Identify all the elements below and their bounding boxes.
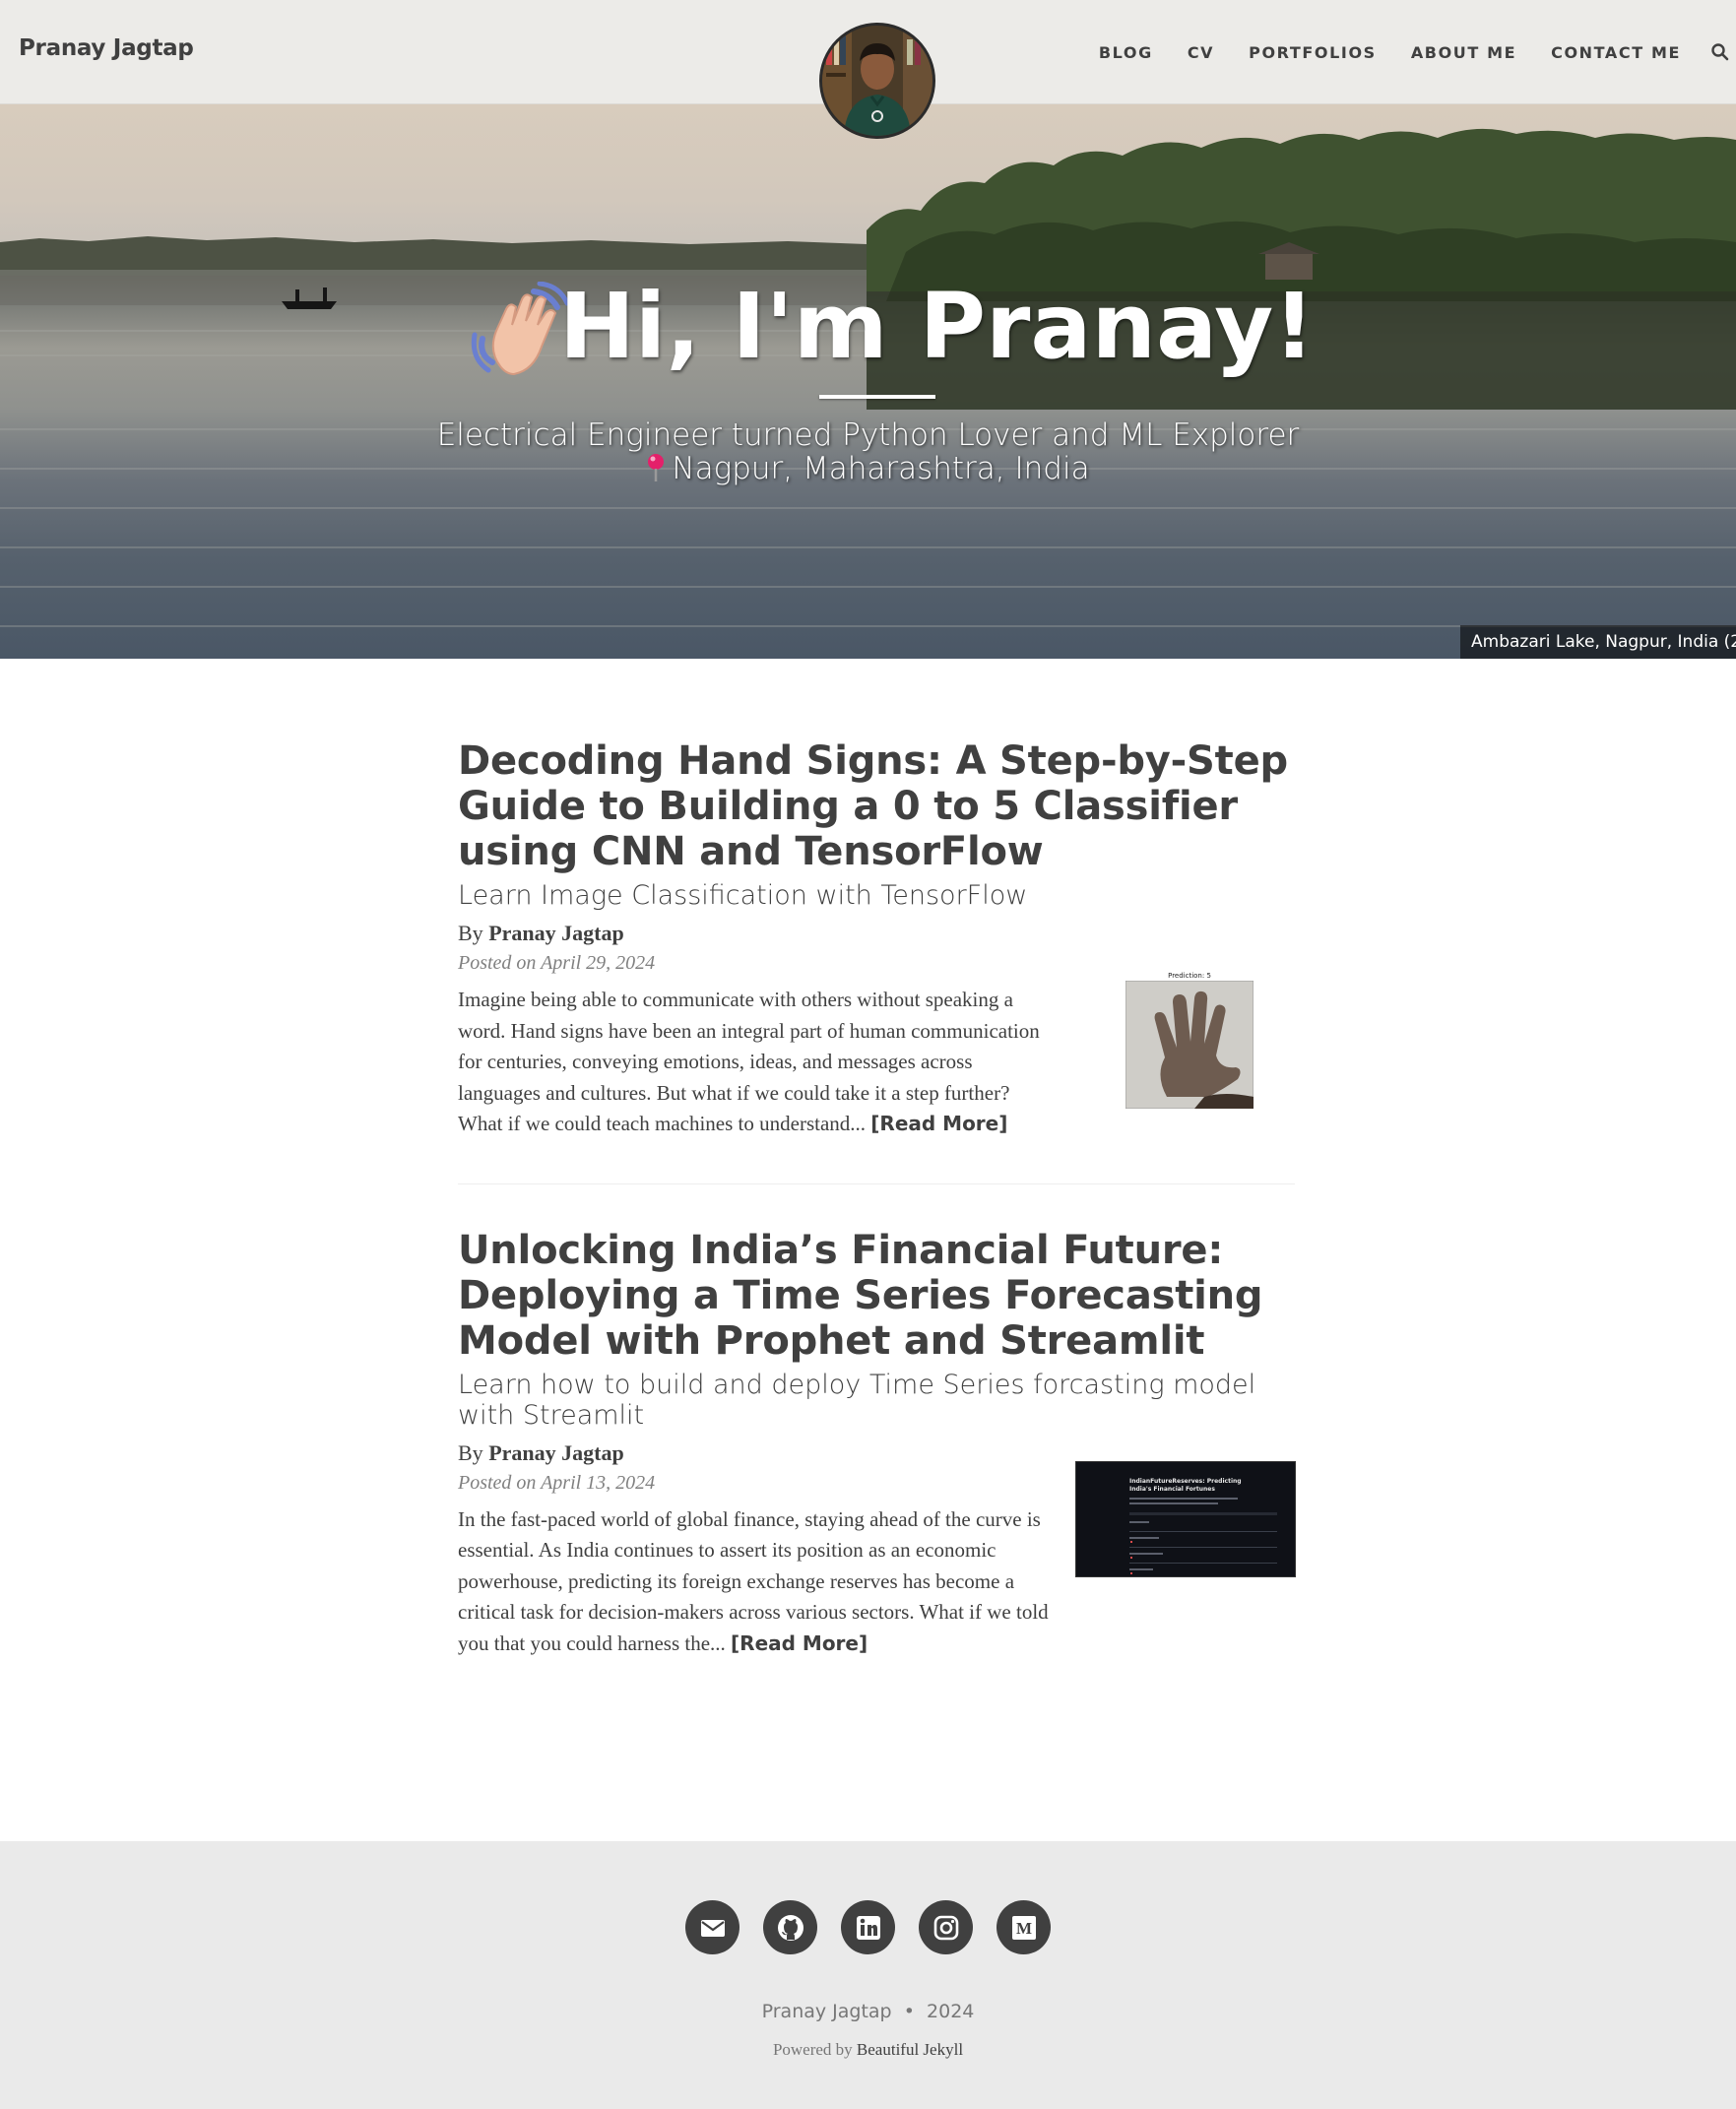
post-subtitle[interactable]: Learn how to build and deploy Time Serie…: [458, 1370, 1295, 1431]
post-list: Decoding Hand Signs: A Step-by-Step Guid…: [458, 738, 1296, 1660]
beautiful-jekyll-link[interactable]: Beautiful Jekyll: [857, 2040, 963, 2059]
hero-subtitle-line2: Nagpur, Maharashtra, India: [0, 451, 1736, 486]
powered-by-label: Powered by: [772, 2040, 853, 2059]
search-icon[interactable]: [1710, 42, 1730, 62]
post-thumbnail[interactable]: Prediction: 5: [1125, 971, 1254, 1115]
post-preview: Unlocking India’s Financial Future: Depl…: [458, 1228, 1296, 1660]
post-preview: Decoding Hand Signs: A Step-by-Step Guid…: [458, 738, 1295, 1140]
post-author: Pranay Jagtap: [488, 921, 624, 945]
nav-link-about-me[interactable]: ABOUT ME: [1411, 43, 1516, 62]
location-pin-icon: [648, 454, 665, 481]
hero-location: Nagpur, Maharashtra, India: [672, 451, 1090, 486]
post-divider: [458, 1182, 1295, 1184]
read-more-link[interactable]: [Read More]: [731, 1631, 868, 1655]
nav-link-blog[interactable]: BLOG: [1099, 43, 1153, 62]
post-subtitle[interactable]: Learn Image Classification with TensorFl…: [458, 880, 1295, 911]
brand-link[interactable]: Pranay Jagtap: [19, 35, 194, 61]
post-thumbnail[interactable]: IndianFutureReserves: Predicting India's…: [1075, 1460, 1296, 1577]
github-icon: [777, 1914, 804, 1941]
hero-banner: Hi, I'm Pranay! Electrical Engineer turn…: [0, 104, 1736, 659]
footer-separator: •: [903, 2001, 915, 2022]
post-byline: By Pranay Jagtap: [458, 921, 1295, 946]
nav-link-cv[interactable]: CV: [1188, 43, 1214, 62]
post-excerpt: In the fast-paced world of global financ…: [458, 1504, 1059, 1660]
thumbnail-caption: Prediction: 5: [1168, 972, 1211, 980]
github-link[interactable]: [763, 1900, 817, 1954]
svg-text:M: M: [1015, 1919, 1031, 1938]
hero-divider: [819, 395, 935, 399]
post-title[interactable]: Decoding Hand Signs: A Step-by-Step Guid…: [458, 738, 1295, 874]
email-link[interactable]: [685, 1900, 739, 1954]
powered-by: Powered by Beautiful Jekyll: [0, 2040, 1736, 2060]
nav-link-portfolios[interactable]: PORTFOLIOS: [1249, 43, 1377, 62]
lake-photo: [0, 128, 1736, 627]
copyright: Pranay Jagtap • 2024: [0, 2001, 1736, 2022]
footer: M Pranay Jagtap • 2024 Powered by Beauti…: [0, 1841, 1736, 2109]
read-more-link[interactable]: [Read More]: [870, 1112, 1007, 1135]
hand-sign-image: [1125, 981, 1254, 1109]
photo-caption: Ambazari Lake, Nagpur, India (2020: [1460, 625, 1736, 659]
medium-icon: M: [1011, 1915, 1036, 1940]
post-title[interactable]: Unlocking India’s Financial Future: Depl…: [458, 1228, 1295, 1364]
avatar[interactable]: [819, 23, 935, 139]
footer-year: 2024: [927, 2001, 975, 2022]
email-icon: [700, 1919, 725, 1937]
post-author: Pranay Jagtap: [488, 1439, 624, 1465]
by-label: By: [458, 921, 483, 945]
social-links: M: [0, 1900, 1736, 1954]
hero-subtitle-line1: Electrical Engineer turned Python Lover …: [436, 417, 1300, 453]
medium-link[interactable]: M: [997, 1900, 1051, 1954]
footer-author: Pranay Jagtap: [761, 2001, 892, 2022]
instagram-icon: [933, 1915, 958, 1940]
instagram-link[interactable]: [919, 1900, 973, 1954]
by-label: By: [458, 1439, 483, 1465]
post-excerpt: Imagine being able to communicate with o…: [458, 985, 1059, 1140]
hero-title: Hi, I'm Pranay!: [558, 274, 1316, 379]
thumbnail-caption: IndianFutureReserves: Predicting India's…: [1129, 1477, 1242, 1493]
nav-link-contact-me[interactable]: CONTACT ME: [1551, 43, 1681, 62]
post-body: Imagine being able to communicate with o…: [458, 972, 1295, 1140]
nav-links: BLOG CV PORTFOLIOS ABOUT ME CONTACT ME: [1099, 0, 1736, 104]
post-body: In the fast-paced world of global financ…: [458, 1460, 1296, 1660]
linkedin-icon: [856, 1915, 880, 1940]
linkedin-link[interactable]: [841, 1900, 895, 1954]
